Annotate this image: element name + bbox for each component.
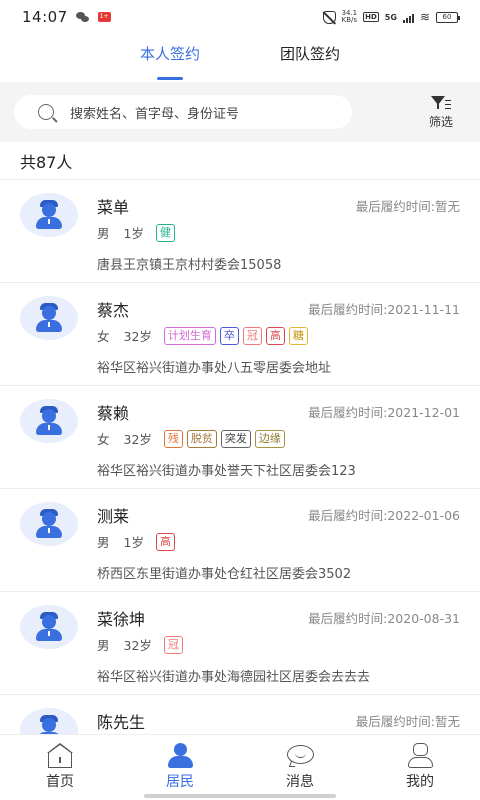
resident-address: 裕华区裕兴街道办事处誉天下社区居委会123 <box>97 464 356 479</box>
tag-hypertension: 高 <box>265 326 285 345</box>
tag-poverty-relief: 脱贫 <box>186 429 217 448</box>
last-sign-time: 最后履约时间:2020-08-31 <box>308 611 460 626</box>
wifi-icon: ≋ <box>419 10 430 24</box>
network-type: 5G <box>384 12 397 22</box>
tabbar-home-label: 首页 <box>46 774 74 790</box>
tag-marginal: 边缘 <box>254 429 285 448</box>
resident-item[interactable]: 菜徐坤 最后履约时间:2020-08-31 男 32岁 冠 裕华区裕兴街道办事处… <box>0 592 480 695</box>
resident-age: 1岁 <box>123 226 144 241</box>
resident-item[interactable]: 测莱 最后履约时间:2022-01-06 男 1岁 高 桥西区东里街道办事处仓红… <box>0 489 480 592</box>
resident-count: 共87人 <box>0 142 480 180</box>
avatar <box>20 193 78 237</box>
filter-label: 筛选 <box>428 114 453 129</box>
tag-coronary: 冠 <box>242 326 262 345</box>
resident-address: 裕华区裕兴街道办事处海德园社区居委会去去去 <box>97 670 371 685</box>
home-indicator <box>144 794 336 798</box>
tabbar-messages-label: 消息 <box>286 774 314 790</box>
resident-name: 陈先生 <box>97 713 146 732</box>
residents-icon <box>166 743 194 769</box>
search-input[interactable]: 搜索姓名、首字母、身份证号 <box>14 95 352 129</box>
tabbar-messages[interactable]: 消息 <box>240 735 360 800</box>
resident-age: 32岁 <box>123 638 152 653</box>
tag-coronary: 冠 <box>163 635 183 654</box>
resident-meta: 女 32岁 残 脱贫 突发 边缘 <box>97 429 289 448</box>
avatar <box>20 296 78 340</box>
resident-gender: 男 <box>97 638 110 653</box>
tabbar-home[interactable]: 首页 <box>0 735 120 800</box>
tag-stroke: 卒 <box>219 326 239 345</box>
resident-name: 菜徐坤 <box>97 610 146 629</box>
filter-icon <box>431 95 451 111</box>
tabbar-profile[interactable]: 我的 <box>360 735 480 800</box>
resident-meta: 男 1岁 高 <box>97 532 179 551</box>
tabbar-residents-label: 居民 <box>166 774 194 790</box>
resident-item[interactable]: 蔡赖 最后履约时间:2021-12-01 女 32岁 残 脱贫 突发 边缘 裕华… <box>0 386 480 489</box>
battery-icon: 60 <box>436 11 460 23</box>
resident-address: 裕华区裕兴街道办事处八五零居委会地址 <box>97 361 332 376</box>
resident-item[interactable]: 菜单 最后履约时间:暂无 男 1岁 健 唐县王京镇王京村村委会15058 <box>0 180 480 283</box>
signal-icon <box>402 12 414 23</box>
tag-diabetes: 糖 <box>288 326 308 345</box>
resident-name: 测莱 <box>97 507 130 526</box>
search-area: 搜索姓名、首字母、身份证号 筛选 <box>0 82 480 142</box>
tag-healthy: 健 <box>155 223 175 242</box>
status-right: 34.1 KB/s HD 5G ≋ 60 <box>322 10 460 24</box>
last-sign-time: 最后履约时间:2021-11-11 <box>308 302 460 317</box>
avatar <box>20 502 78 546</box>
tag-disabled: 残 <box>163 429 183 448</box>
filter-button[interactable]: 筛选 <box>416 95 466 130</box>
hd-badge: HD <box>363 12 379 22</box>
avatar <box>20 399 78 443</box>
status-left: 14:07 1+ <box>22 8 111 26</box>
notification-badge: 1+ <box>97 12 111 22</box>
status-bar: 14:07 1+ 34.1 KB/s HD 5G ≋ 60 <box>0 0 480 34</box>
resident-address: 桥西区东里街道办事处仓红社区居委会3502 <box>97 567 352 582</box>
bottom-tab-bar: 首页 居民 消息 我的 <box>0 734 480 800</box>
resident-gender: 男 <box>97 226 110 241</box>
resident-gender: 女 <box>97 432 110 447</box>
resident-list: 菜单 最后履约时间:暂无 男 1岁 健 唐县王京镇王京村村委会15058 蔡杰 … <box>0 180 480 734</box>
resident-meta: 女 32岁 计划生育 卒 冠 高 糖 <box>97 326 312 345</box>
search-icon <box>38 104 54 120</box>
net-speed: 34.1 KB/s <box>342 10 358 24</box>
last-sign-time: 最后履约时间:2021-12-01 <box>308 405 460 420</box>
tab-team-sign[interactable]: 团队签约 <box>240 34 380 82</box>
resident-meta: 男 32岁 冠 <box>97 635 187 654</box>
avatar <box>20 708 78 734</box>
profile-icon <box>406 743 434 769</box>
resident-name: 蔡赖 <box>97 404 130 423</box>
tab-personal-sign[interactable]: 本人签约 <box>100 34 240 82</box>
tabbar-residents[interactable]: 居民 <box>120 735 240 800</box>
avatar <box>20 605 78 649</box>
resident-gender: 男 <box>97 535 110 550</box>
tag-sudden: 突发 <box>220 429 251 448</box>
last-sign-time: 最后履约时间:2022-01-06 <box>308 508 460 523</box>
resident-meta: 男 1岁 健 <box>97 223 179 242</box>
tag-family-planning: 计划生育 <box>163 326 216 345</box>
home-icon <box>46 743 74 769</box>
resident-name: 菜单 <box>97 198 130 217</box>
resident-item[interactable]: 陈先生 最后履约时间:暂无 <box>0 695 480 734</box>
resident-age: 32岁 <box>123 329 152 344</box>
wechat-icon <box>75 11 90 23</box>
sign-tabs: 本人签约 团队签约 <box>0 34 480 82</box>
tag-hypertension: 高 <box>155 532 175 551</box>
tabbar-profile-label: 我的 <box>406 774 434 790</box>
resident-name: 蔡杰 <box>97 301 130 320</box>
net-speed-unit: KB/s <box>341 16 358 24</box>
last-sign-time: 最后履约时间:暂无 <box>355 199 460 214</box>
last-sign-time: 最后履约时间:暂无 <box>355 714 460 729</box>
message-icon <box>286 743 314 769</box>
resident-gender: 女 <box>97 329 110 344</box>
search-placeholder: 搜索姓名、首字母、身份证号 <box>70 106 240 122</box>
resident-address: 唐县王京镇王京村村委会15058 <box>97 258 282 273</box>
resident-age: 1岁 <box>123 535 144 550</box>
resident-age: 32岁 <box>123 432 152 447</box>
resident-item[interactable]: 蔡杰 最后履约时间:2021-11-11 女 32岁 计划生育 卒 冠 高 糖 … <box>0 283 480 386</box>
status-time: 14:07 <box>22 8 68 26</box>
mute-icon <box>322 10 336 24</box>
